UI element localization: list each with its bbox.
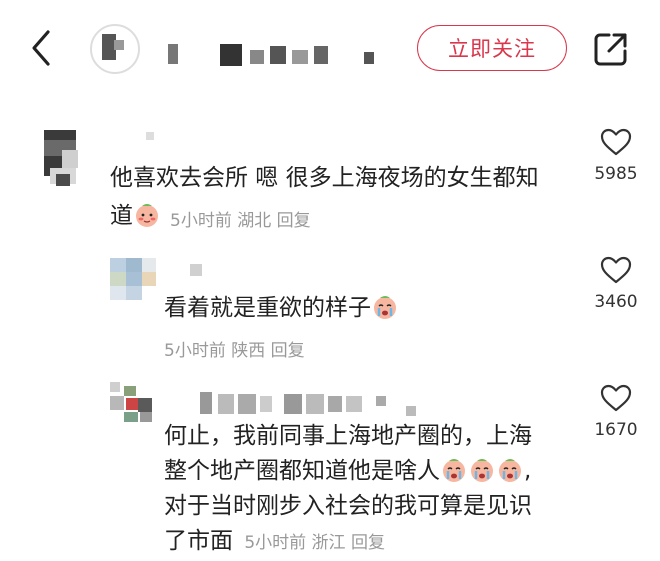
like-control[interactable]: 3460 [586, 256, 646, 312]
author-name-redacted [168, 40, 388, 66]
reply-button[interactable]: 回复 [277, 211, 311, 231]
comment-text-line-1: 何止，我前同事上海地产圈的，上海 [164, 423, 532, 449]
comment-location: 浙江 [311, 533, 346, 553]
follow-button[interactable]: 立即关注 [417, 25, 567, 71]
chevron-left-icon[interactable] [26, 28, 58, 68]
comment-time: 5小时前 [244, 533, 307, 553]
crying-emoji-icon [499, 459, 521, 482]
author-avatar[interactable] [90, 24, 140, 74]
commenter-name-redacted [200, 392, 430, 416]
crying-emoji-icon [471, 459, 493, 482]
comment-time: 5小时前 [170, 211, 232, 231]
reply-button[interactable]: 回复 [271, 341, 305, 361]
comment-text-line: 道 [110, 198, 161, 234]
comment-meta: 5小时前 浙江 回复 [244, 533, 385, 553]
commenter-avatar[interactable] [110, 258, 156, 300]
commenter-avatar[interactable] [110, 382, 156, 424]
heart-icon[interactable] [600, 256, 632, 284]
comment-location: 湖北 [237, 211, 272, 231]
commenter-name-redacted [146, 132, 166, 142]
like-count: 1670 [594, 420, 638, 440]
like-count: 3460 [594, 292, 638, 312]
like-control[interactable]: 5985 [586, 128, 646, 184]
comment-text: 他喜欢去会所 嗯 很多上海夜场的女生都知 [110, 165, 539, 191]
heart-icon[interactable] [600, 128, 632, 156]
crying-emoji-icon [443, 459, 465, 482]
commenter-name-redacted [190, 264, 210, 278]
comment-text-line-4: 了市面 5小时前 浙江 回复 [164, 528, 385, 554]
like-control[interactable]: 1670 [586, 384, 646, 440]
comment-meta: 5小时前 陕西 回复 [164, 336, 305, 361]
comment-time: 5小时前 [164, 341, 226, 361]
commenter-avatar[interactable] [44, 130, 90, 186]
share-icon[interactable] [592, 30, 630, 68]
comment-text-line-2: 整个地产圈都知道他是啥人, [164, 458, 532, 484]
blushing-emoji-icon [136, 204, 158, 227]
comment-location: 陕西 [231, 341, 266, 361]
top-bar: 立即关注 [0, 0, 660, 100]
comment-text-line-3: 对于当时刚步入社会的我可算是见识 [164, 493, 532, 519]
comment-meta: 5小时前 湖北 回复 [170, 206, 311, 231]
crying-emoji-icon [374, 296, 396, 319]
comment-text: 看着就是重欲的样子 [164, 290, 399, 326]
like-count: 5985 [594, 164, 638, 184]
reply-button[interactable]: 回复 [351, 533, 385, 553]
heart-icon[interactable] [600, 384, 632, 412]
